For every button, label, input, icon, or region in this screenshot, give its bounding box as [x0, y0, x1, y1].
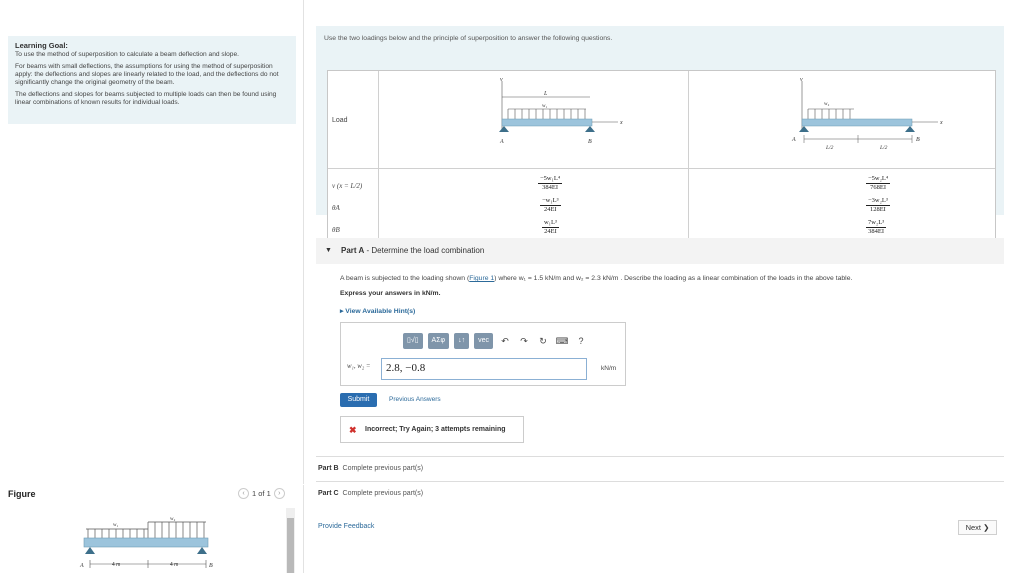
answer-input[interactable]: 2.8, −0.8	[381, 358, 587, 380]
figure-scrollbar[interactable]	[286, 508, 295, 573]
w2-label: w₂	[170, 517, 176, 522]
part-c-status: Complete previous part(s)	[342, 490, 424, 497]
row-v-condition: (x = L/2)	[336, 182, 363, 190]
col2-theta-a-formula: −3w₂L³ 128EI	[866, 197, 890, 213]
svg-text:L/2: L/2	[879, 145, 888, 151]
col1-theta-b-formula: w₁L³ 24EI	[542, 219, 559, 235]
svg-text:A: A	[499, 139, 504, 145]
part-a-title: Part A - Determine the load combination	[341, 246, 485, 255]
part-c-label: Part C	[318, 490, 339, 497]
left-panel: Learning Goal: To use the method of supe…	[0, 0, 304, 573]
support-a	[85, 547, 95, 554]
learning-goal-para3: The deflections and slopes for beams sub…	[15, 91, 277, 106]
part-b-row[interactable]: Part B Complete previous part(s)	[316, 456, 1004, 478]
learning-goal-heading: Learning Goal:	[15, 41, 68, 50]
chevron-right-icon[interactable]: ›	[273, 488, 285, 499]
col1-v-formula: −5w₁L⁴ 384EI	[538, 175, 563, 191]
part-b-label: Part B	[318, 465, 339, 472]
load-diagram-2: v w₂ x A B L/2 L/2	[768, 75, 968, 159]
svg-text:x: x	[619, 120, 623, 126]
figure-scrollbar-thumb[interactable]	[287, 518, 294, 573]
svg-text:L: L	[543, 91, 548, 97]
seg1-label: 4 m	[112, 562, 120, 568]
part-a-question: A beam is subjected to the loading shown…	[340, 275, 853, 282]
reset-icon[interactable]: ↻	[536, 334, 550, 348]
table-intro: Use the two loadings below and the princ…	[324, 35, 613, 42]
answer-unit: kN/m	[601, 365, 617, 372]
load-table-box: Use the two loadings below and the princ…	[316, 26, 1004, 240]
figure-pager: ‹ 1 of 1 ›	[238, 488, 285, 499]
svg-text:x: x	[939, 120, 943, 126]
math-toolbar: ▯√▯ ΑΣφ ↓↑ vec ↶ ↷ ↻ ⌨ ?	[403, 333, 588, 349]
redo-icon[interactable]: ↷	[517, 334, 531, 348]
load-table: Load v L w₁ x A B v w₂ x A B L/2 L/2 v (…	[327, 70, 996, 240]
answer-box: ▯√▯ ΑΣφ ↓↑ vec ↶ ↷ ↻ ⌨ ? w₁, w₂ = 2.8, −…	[340, 322, 626, 386]
x-icon: ✖	[349, 425, 357, 435]
svg-text:v: v	[800, 77, 803, 83]
express-instruction: Express your answers in kN/m.	[340, 290, 441, 297]
feedback-text: Incorrect; Try Again; 3 attempts remaini…	[365, 426, 506, 433]
symbols-button[interactable]: ΑΣφ	[427, 333, 450, 349]
vec-button[interactable]: vec	[474, 333, 493, 349]
figure-link[interactable]: Figure 1	[469, 275, 494, 282]
part-b-status: Complete previous part(s)	[342, 465, 424, 472]
submit-button[interactable]: Submit	[340, 393, 377, 407]
learning-goal-box: Learning Goal: To use the method of supe…	[8, 36, 296, 124]
keyboard-icon[interactable]: ⌨	[555, 334, 569, 348]
part-c-row[interactable]: Part C Complete previous part(s)	[316, 481, 1004, 503]
part-a-header[interactable]: ▼ Part A - Determine the load combinatio…	[316, 238, 1004, 264]
row-theta-b-label: θB	[332, 226, 340, 234]
caret-down-icon[interactable]: ▼	[325, 247, 332, 254]
seg2-label: 4 m	[170, 562, 178, 568]
figure-title: Figure	[8, 489, 36, 499]
chevron-left-icon[interactable]: ‹	[238, 488, 249, 499]
view-hints-link[interactable]: ▸ View Available Hint(s)	[340, 307, 415, 315]
learning-goal-para2: For beams with small deflections, the as…	[15, 63, 279, 86]
learning-goal-line1: To use the method of superposition to ca…	[15, 51, 239, 58]
col1-theta-a-formula: −w₁L³ 24EI	[540, 197, 561, 213]
a-label: A	[79, 563, 84, 569]
b-label: B	[209, 563, 213, 569]
figure-header: Figure ‹ 1 of 1 ›	[0, 484, 304, 504]
undo-icon[interactable]: ↶	[498, 334, 512, 348]
svg-text:v: v	[500, 77, 503, 83]
figure-image: w₁ w₂ A B 4 m 4 m	[0, 506, 304, 573]
right-panel: Use the two loadings below and the princ…	[306, 0, 1024, 573]
svg-text:w₁: w₁	[542, 104, 548, 109]
w1-label: w₁	[113, 523, 119, 528]
col2-v-formula: −5w₂L⁴ 768EI	[866, 175, 891, 191]
provide-feedback-link[interactable]: Provide Feedback	[318, 523, 374, 530]
svg-text:B: B	[588, 139, 592, 145]
beam	[83, 537, 209, 548]
row-load-label: Load	[332, 117, 348, 124]
support-b	[197, 547, 207, 554]
row-v-label: v (x = L/2)	[332, 182, 363, 190]
svg-text:A: A	[791, 137, 796, 143]
help-icon[interactable]: ?	[574, 334, 588, 348]
answer-label: w₁, w₂ =	[347, 363, 371, 370]
arrows-button[interactable]: ↓↑	[454, 333, 470, 349]
load-diagram-1: v L w₁ x A B	[468, 75, 638, 159]
previous-answers-link[interactable]: Previous Answers	[389, 396, 441, 403]
templates-button[interactable]: ▯√▯	[403, 333, 423, 349]
next-button[interactable]: Next ❯	[958, 520, 997, 535]
figure-page-count: 1 of 1	[252, 489, 271, 498]
svg-text:w₂: w₂	[824, 102, 830, 107]
svg-text:B: B	[916, 137, 920, 143]
svg-text:L/2: L/2	[825, 145, 834, 151]
feedback-box: ✖ Incorrect; Try Again; 3 attempts remai…	[340, 416, 524, 443]
row-theta-a-label: θA	[332, 204, 340, 212]
col2-theta-b-formula: 7w₂L³ 384EI	[866, 219, 887, 235]
